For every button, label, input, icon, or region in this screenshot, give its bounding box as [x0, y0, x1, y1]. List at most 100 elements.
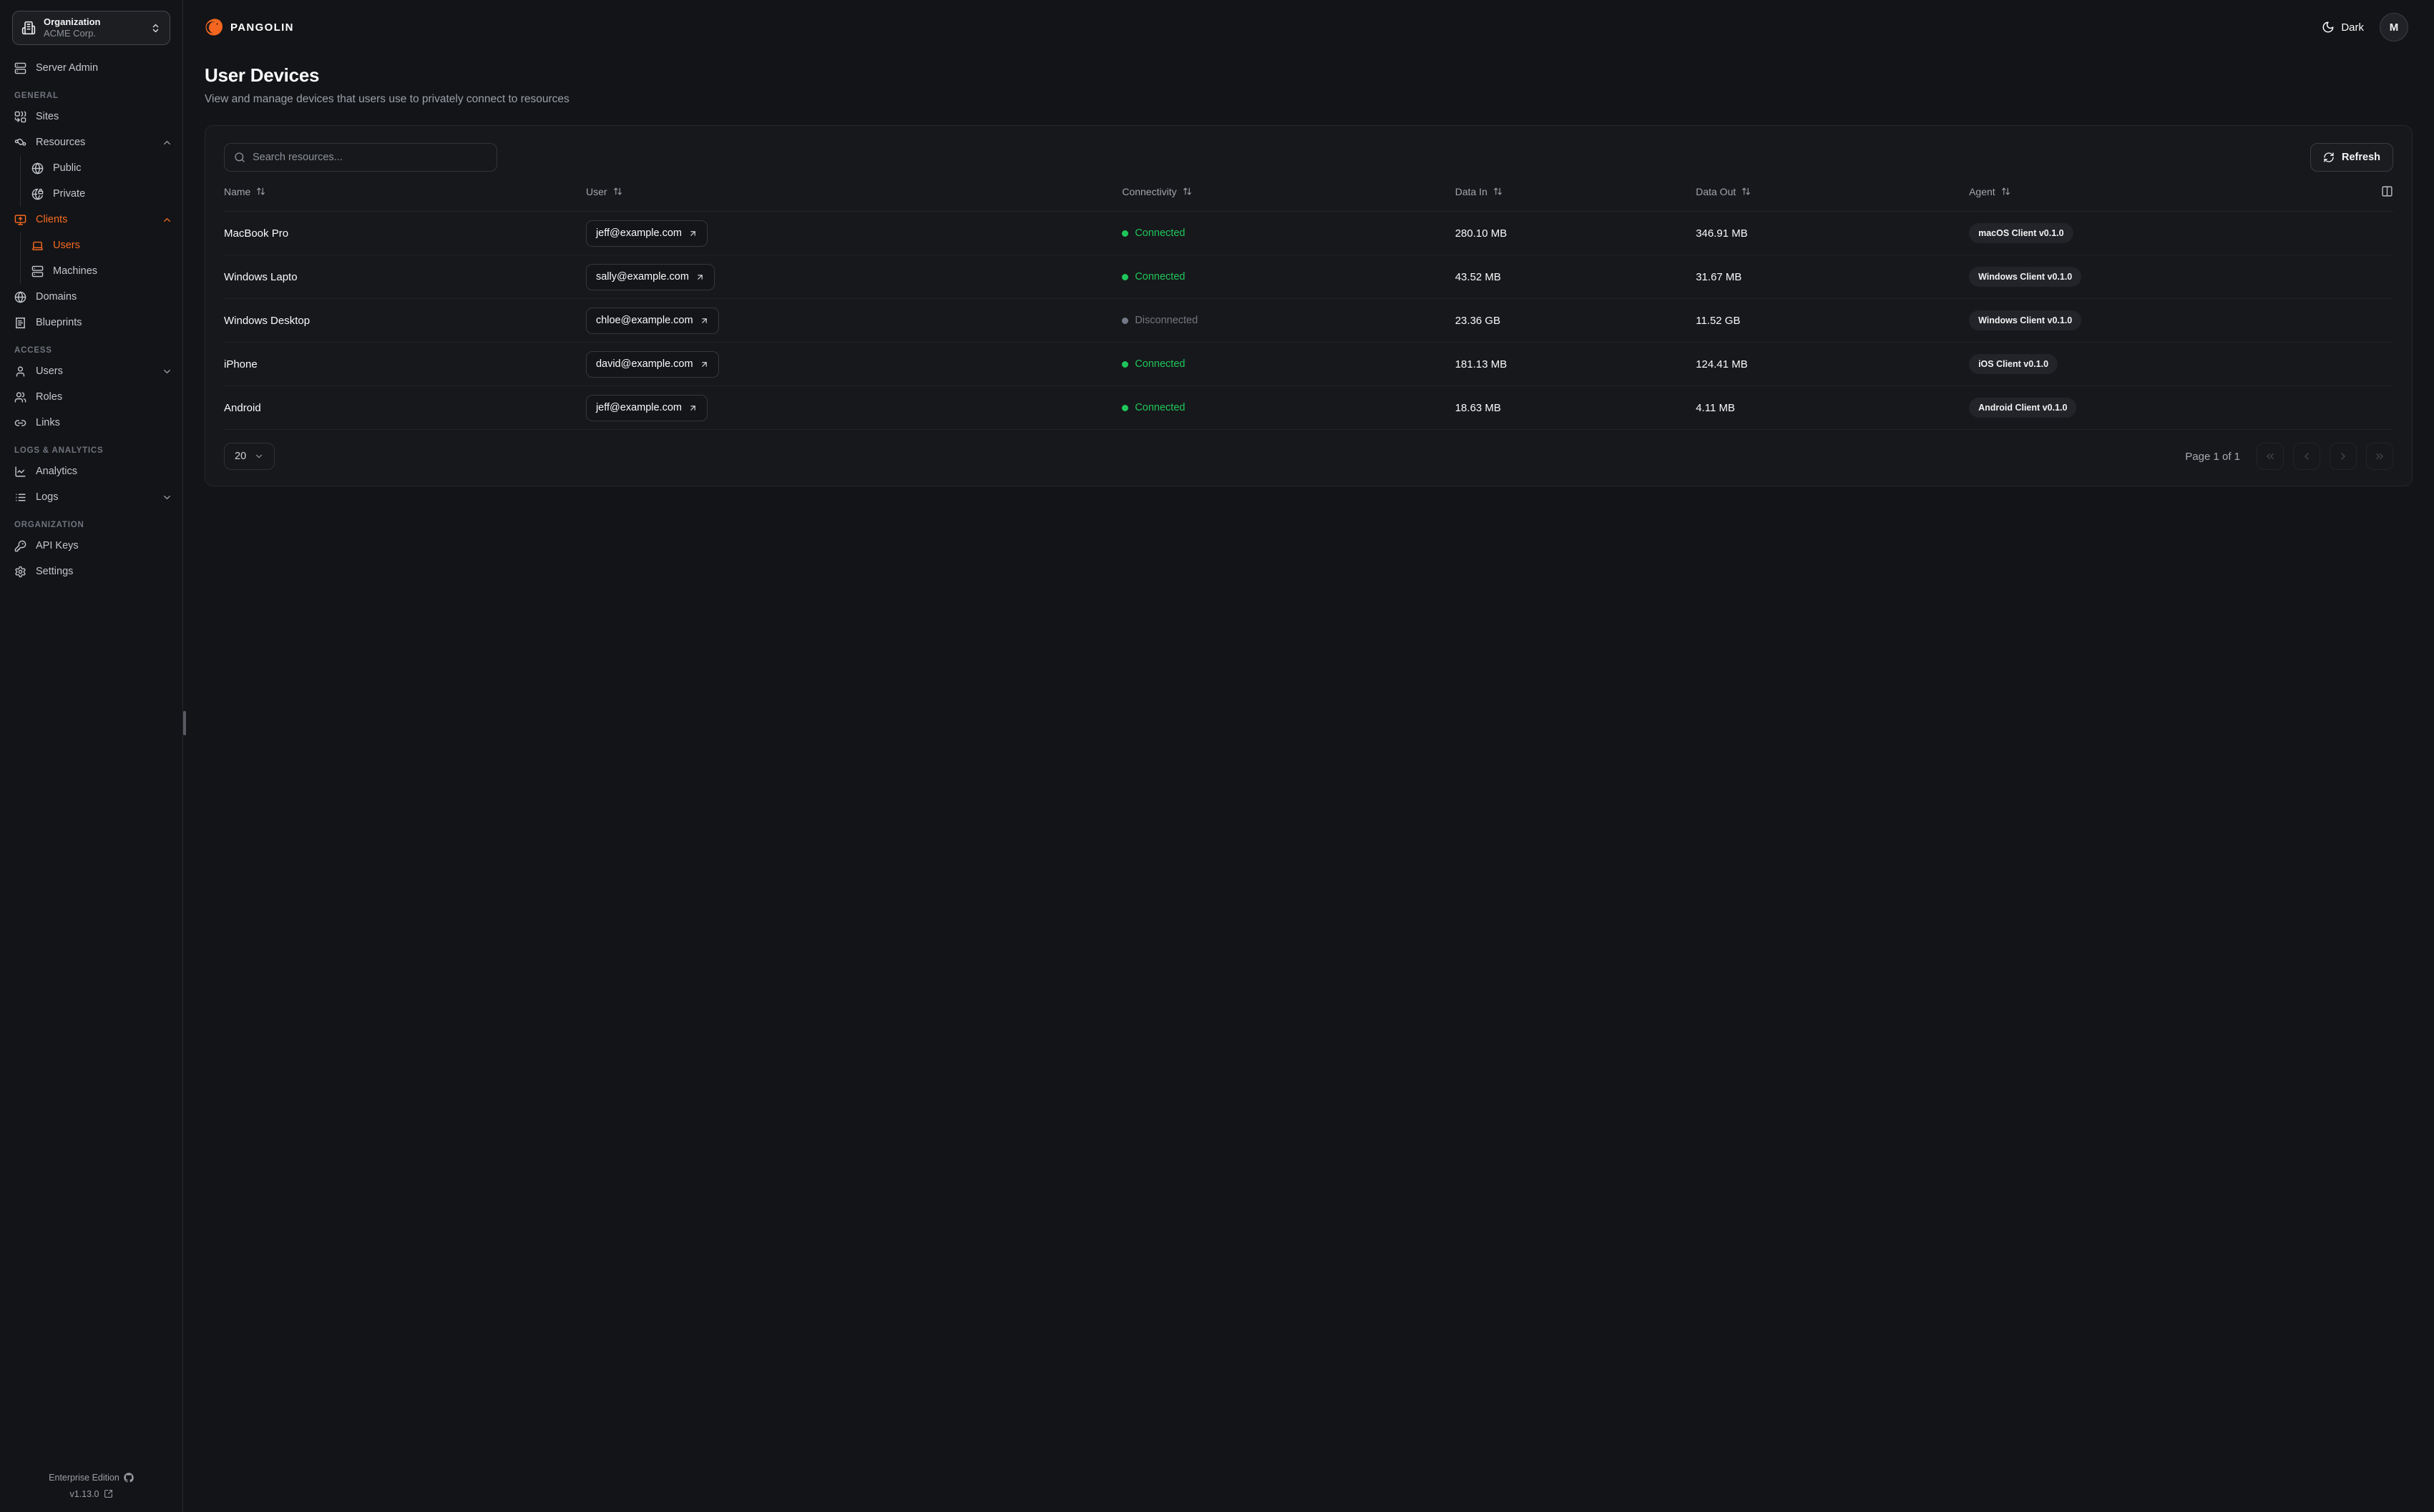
page-size-select[interactable]: 20 — [224, 443, 275, 470]
org-switcher-label: Organization — [44, 16, 101, 27]
table-row: Windows Lapto sally@example.com Connecte… — [224, 255, 2393, 299]
sidebar-item-analytics[interactable]: Analytics — [14, 458, 172, 484]
device-name: Windows Lapto — [224, 270, 298, 283]
sort-icon — [613, 187, 622, 196]
next-page-button[interactable] — [2330, 443, 2357, 470]
theme-toggle[interactable]: Dark — [2322, 21, 2364, 34]
column-header-user[interactable]: User — [586, 186, 1122, 197]
sidebar-item-label: Resources — [36, 137, 86, 148]
page-size-value: 20 — [235, 451, 247, 462]
monitor-up-icon — [14, 214, 26, 226]
org-switcher[interactable]: Organization ACME Corp. — [12, 11, 170, 45]
sidebar-item-roles[interactable]: Roles — [14, 384, 172, 410]
chevrons-left-icon — [2264, 451, 2276, 462]
sort-icon — [1741, 187, 1751, 196]
card-toolbar: Refresh — [224, 143, 2393, 172]
waypoints-icon — [14, 137, 26, 149]
resources-subgroup: Public Private — [20, 155, 172, 207]
moon-icon — [2322, 21, 2335, 34]
data-in-value: 23.36 GB — [1455, 314, 1501, 327]
sidebar-item-label: Analytics — [36, 466, 78, 477]
agent-badge: Windows Client v0.1.0 — [1969, 310, 2082, 330]
brand[interactable]: PANGOLIN — [205, 18, 294, 37]
sidebar-item-label: Domains — [36, 291, 77, 303]
external-link-icon — [104, 1489, 113, 1498]
column-header-agent[interactable]: Agent — [1969, 186, 2362, 197]
sidebar-item-private[interactable]: Private — [31, 181, 172, 207]
sidebar-item-users[interactable]: Users — [14, 358, 172, 384]
topbar: PANGOLIN Dark M — [183, 0, 2434, 54]
refresh-label: Refresh — [2342, 152, 2380, 163]
chevron-up-icon — [162, 137, 172, 148]
avatar[interactable]: M — [2380, 13, 2408, 41]
prev-page-button[interactable] — [2293, 443, 2320, 470]
device-name: iPhone — [224, 358, 258, 370]
column-header-data-in[interactable]: Data In — [1455, 186, 1696, 197]
sidebar-item-clients-users[interactable]: Users — [31, 232, 172, 258]
sidebar-item-server-admin[interactable]: Server Admin — [14, 55, 172, 81]
column-header-name[interactable]: Name — [224, 186, 586, 197]
status-badge: Connected — [1122, 402, 1455, 413]
user-link-button[interactable]: chloe@example.com — [585, 307, 719, 334]
sidebar-item-settings[interactable]: Settings — [14, 559, 172, 584]
laptop-icon — [31, 240, 44, 252]
sidebar-item-label: Settings — [36, 566, 74, 577]
sidebar-item-links[interactable]: Links — [14, 410, 172, 436]
sort-icon — [2001, 187, 2010, 196]
chevrons-up-down-icon — [150, 23, 161, 34]
user-link-button[interactable]: david@example.com — [585, 350, 719, 378]
arrow-up-right-icon — [688, 229, 698, 238]
chevron-left-icon — [2301, 451, 2312, 462]
data-in-value: 43.52 MB — [1455, 270, 1501, 283]
agent-badge: macOS Client v0.1.0 — [1969, 223, 2073, 243]
search-input[interactable] — [253, 152, 487, 163]
user-link-button[interactable]: jeff@example.com — [585, 394, 708, 421]
chevrons-right-icon — [2374, 451, 2385, 462]
page-subtitle: View and manage devices that users use t… — [205, 93, 570, 105]
data-out-value: 4.11 MB — [1696, 401, 1735, 414]
status-dot — [1122, 317, 1129, 324]
sidebar-item-label: Private — [53, 188, 86, 200]
status-dot — [1122, 230, 1129, 237]
sidebar-item-label: Logs — [36, 491, 59, 503]
user-icon — [14, 365, 26, 378]
server-icon — [31, 265, 44, 278]
sidebar-item-public[interactable]: Public — [31, 155, 172, 181]
column-header-data-out[interactable]: Data Out — [1696, 186, 1969, 197]
sidebar-item-resources[interactable]: Resources — [14, 129, 172, 155]
sidebar-item-label: Machines — [53, 265, 98, 277]
user-link-button[interactable]: jeff@example.com — [585, 220, 708, 247]
sidebar-item-api-keys[interactable]: API Keys — [14, 533, 172, 559]
sidebar-item-logs[interactable]: Logs — [14, 484, 172, 510]
agent-badge: iOS Client v0.1.0 — [1969, 354, 2058, 374]
sidebar-item-clients[interactable]: Clients — [14, 207, 172, 232]
pangolin-logo-icon — [205, 18, 224, 37]
refresh-icon — [2323, 152, 2335, 163]
sidebar-item-label: Users — [36, 365, 63, 377]
table-row: Windows Desktop chloe@example.com Discon… — [224, 299, 2393, 343]
chevron-up-icon — [162, 215, 172, 225]
sidebar-scrollbar-thumb[interactable] — [183, 710, 186, 735]
refresh-button[interactable]: Refresh — [2310, 143, 2393, 172]
agent-badge: Android Client v0.1.0 — [1969, 398, 2077, 418]
data-out-value: 11.52 GB — [1696, 314, 1741, 327]
last-page-button[interactable] — [2366, 443, 2393, 470]
chevron-right-icon — [2337, 451, 2349, 462]
edition-link[interactable]: Enterprise Edition — [0, 1470, 182, 1486]
theme-label: Dark — [2341, 21, 2364, 34]
sidebar-item-sites[interactable]: Sites — [14, 104, 172, 129]
sidebar-item-domains[interactable]: Domains — [14, 284, 172, 310]
sidebar-nav: Server Admin GENERAL Sites Resources Pub… — [0, 45, 182, 1470]
column-header-connectivity[interactable]: Connectivity — [1122, 186, 1455, 197]
pagination: Page 1 of 1 — [2185, 443, 2393, 470]
device-name: MacBook Pro — [224, 227, 289, 240]
column-visibility-button[interactable] — [2362, 185, 2393, 197]
table-footer: 20 Page 1 of 1 — [224, 443, 2393, 470]
first-page-button[interactable] — [2257, 443, 2284, 470]
combine-icon — [14, 111, 26, 123]
sidebar-item-machines[interactable]: Machines — [31, 258, 172, 284]
data-in-value: 18.63 MB — [1455, 401, 1501, 414]
version-link[interactable]: v1.13.0 — [0, 1486, 182, 1503]
user-link-button[interactable]: sally@example.com — [585, 263, 715, 290]
sidebar-item-blueprints[interactable]: Blueprints — [14, 310, 172, 335]
